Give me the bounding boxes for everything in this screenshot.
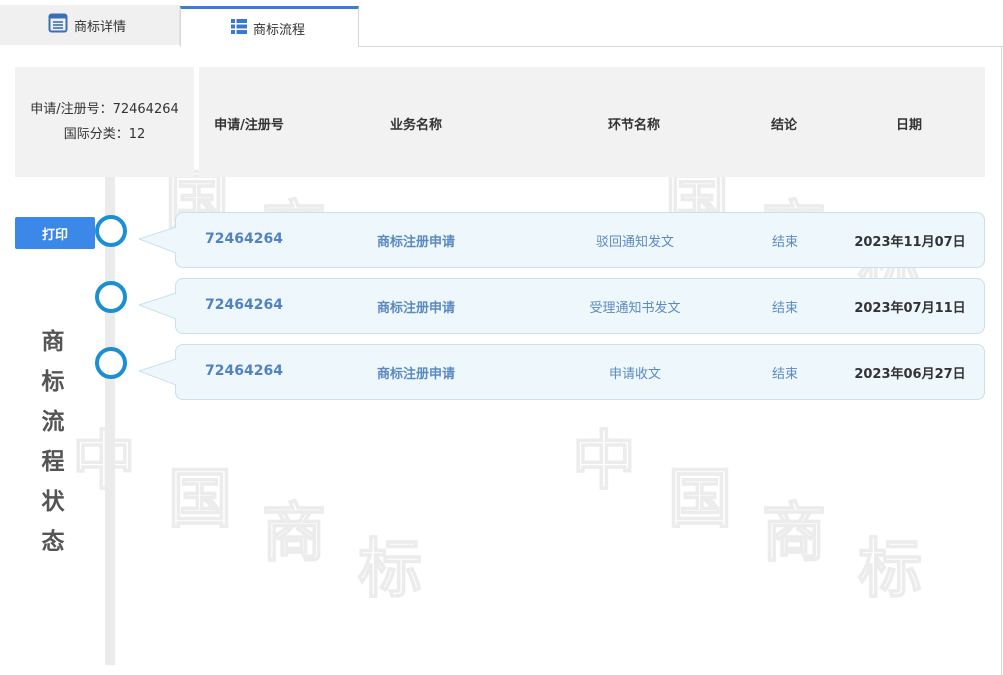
document-list-icon — [48, 13, 68, 37]
row-step[interactable]: 申请收文 — [609, 363, 661, 382]
row-result[interactable]: 结束 — [772, 231, 798, 250]
header-result: 结论 — [770, 118, 798, 133]
row-date: 2023年07月11日 — [854, 301, 966, 316]
trademark-info-box: 申请/注册号：72464264 国际分类：12 — [15, 67, 194, 177]
row-date: 2023年11月07日 — [854, 235, 966, 250]
table-row: 72464264 商标注册申请 受理通知书发文 结束 2023年07月11日 — [175, 278, 985, 334]
print-button[interactable]: 打印 — [15, 217, 95, 249]
row-business[interactable]: 商标注册申请 — [377, 231, 455, 250]
tab-trademark-detail[interactable]: 商标详情 — [0, 5, 180, 45]
header-date: 日期 — [895, 118, 923, 133]
row-pointer-icon — [139, 358, 176, 386]
timeline-node — [95, 281, 127, 313]
row-result[interactable]: 结束 — [772, 363, 798, 382]
tab-bar: 商标详情 商标流程 — [0, 0, 1003, 47]
international-class: 国际分类：12 — [63, 127, 146, 142]
row-reg-no[interactable]: 72464264 — [205, 297, 283, 313]
table-row: 72464264 商标注册申请 驳回通知发文 结束 2023年11月07日 — [175, 212, 985, 268]
table-header: 申请/注册号 业务名称 环节名称 结论 日期 — [199, 67, 985, 177]
header-business: 业务名称 — [389, 118, 443, 133]
row-pointer-icon — [139, 226, 176, 254]
tab-trademark-flow[interactable]: 商标流程 — [180, 6, 359, 47]
content-border — [1001, 46, 1002, 675]
row-step[interactable]: 受理通知书发文 — [589, 297, 680, 316]
row-reg-no[interactable]: 72464264 — [205, 231, 283, 247]
header-step: 环节名称 — [607, 118, 661, 133]
tab-divider — [358, 46, 1003, 47]
tab-trademark-flow-label: 商标流程 — [253, 22, 306, 38]
timeline-node — [95, 347, 127, 379]
table-row: 72464264 商标注册申请 申请收文 结束 2023年06月27日 — [175, 344, 985, 400]
row-date: 2023年06月27日 — [854, 367, 966, 382]
row-result[interactable]: 结束 — [772, 297, 798, 316]
timeline-line — [105, 177, 115, 665]
row-business[interactable]: 商标注册申请 — [377, 363, 455, 382]
flow-status-label: 商 标 流 程 状 态 — [41, 329, 65, 555]
registration-number: 申请/注册号：72464264 — [30, 102, 179, 117]
header-reg-no: 申请/注册号 — [214, 118, 284, 133]
row-step[interactable]: 驳回通知发文 — [596, 231, 674, 250]
row-reg-no[interactable]: 72464264 — [205, 363, 283, 379]
tab-trademark-detail-label: 商标详情 — [74, 19, 127, 35]
row-business[interactable]: 商标注册申请 — [377, 297, 455, 316]
row-pointer-icon — [139, 292, 176, 320]
timeline-node — [95, 215, 127, 247]
list-icon — [231, 18, 247, 38]
